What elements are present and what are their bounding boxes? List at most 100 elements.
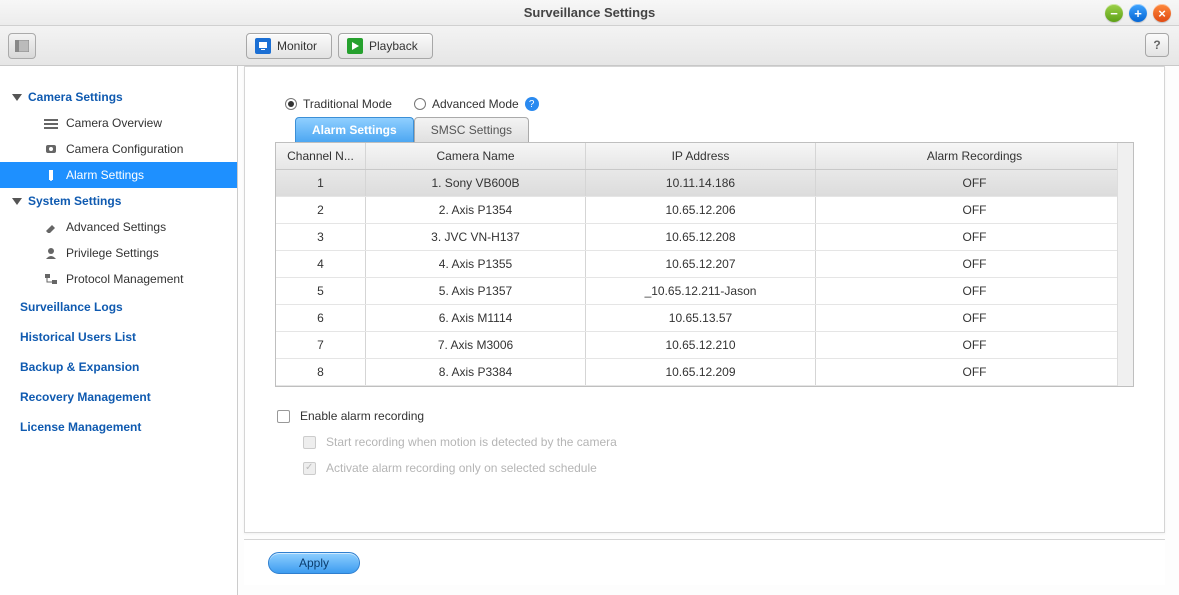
checkbox-icon	[303, 436, 316, 449]
sidebar-item-label: Alarm Settings	[66, 168, 144, 182]
playback-label: Playback	[369, 39, 418, 53]
cell-camera: 6. Axis M1114	[366, 305, 586, 331]
expand-icon	[12, 92, 22, 102]
opt-enable-alarm[interactable]: Enable alarm recording	[277, 409, 1134, 423]
cell-ip: _10.65.12.211-Jason	[586, 278, 816, 304]
cell-camera: 8. Axis P3384	[366, 359, 586, 385]
table-row[interactable]: 77. Axis M300610.65.12.210OFF	[276, 332, 1133, 359]
cell-ip: 10.65.12.206	[586, 197, 816, 223]
maximize-button[interactable]: +	[1129, 4, 1147, 22]
sidebar-item-label: Camera Overview	[66, 116, 162, 130]
cell-channel: 8	[276, 359, 366, 385]
camera-icon	[44, 143, 58, 155]
cell-channel: 6	[276, 305, 366, 331]
sidebar-group-label: Camera Settings	[28, 90, 123, 104]
table-row[interactable]: 44. Axis P135510.65.12.207OFF	[276, 251, 1133, 278]
toolbar: Monitor Playback ?	[0, 26, 1179, 66]
cell-ip: 10.65.13.57	[586, 305, 816, 331]
radio-icon	[414, 98, 426, 110]
sidebar-item-label: Advanced Settings	[66, 220, 166, 234]
help-icon[interactable]: ?	[525, 97, 539, 111]
cell-ip: 10.65.12.208	[586, 224, 816, 250]
wrench-icon	[44, 221, 58, 233]
sidebar-item-advanced-settings[interactable]: Advanced Settings	[0, 214, 237, 240]
cell-alarm: OFF	[816, 170, 1133, 196]
sidebar-item-privilege-settings[interactable]: Privilege Settings	[0, 240, 237, 266]
apply-button[interactable]: Apply	[268, 552, 360, 574]
close-button[interactable]: ×	[1153, 4, 1171, 22]
window-title: Surveillance Settings	[524, 5, 656, 20]
opt-label: Enable alarm recording	[300, 409, 424, 423]
table-row[interactable]: 11. Sony VB600B10.11.14.186OFF	[276, 170, 1133, 197]
sidebar-link-historical-users[interactable]: Historical Users List	[0, 322, 237, 352]
sidebar: Camera Settings Camera Overview Camera C…	[0, 66, 238, 595]
sidebar-item-protocol-management[interactable]: Protocol Management	[0, 266, 237, 292]
table-row[interactable]: 66. Axis M111410.65.13.57OFF	[276, 305, 1133, 332]
sidebar-link-recovery-management[interactable]: Recovery Management	[0, 382, 237, 412]
playback-button[interactable]: Playback	[338, 33, 433, 59]
table-row[interactable]: 55. Axis P1357_10.65.12.211-JasonOFF	[276, 278, 1133, 305]
mode-advanced[interactable]: Advanced Mode ?	[414, 97, 539, 111]
table-row[interactable]: 22. Axis P135410.65.12.206OFF	[276, 197, 1133, 224]
col-ip[interactable]: IP Address	[586, 143, 816, 169]
monitor-icon	[255, 38, 271, 54]
cell-ip: 10.11.14.186	[586, 170, 816, 196]
tab-alarm-settings[interactable]: Alarm Settings	[295, 117, 414, 142]
mode-label: Traditional Mode	[303, 97, 392, 111]
help-button[interactable]: ?	[1145, 33, 1169, 57]
cell-camera: 3. JVC VN-H137	[366, 224, 586, 250]
sidebar-link-surveillance-logs[interactable]: Surveillance Logs	[0, 292, 237, 322]
sidebar-item-label: Camera Configuration	[66, 142, 183, 156]
tab-smsc-settings[interactable]: SMSC Settings	[414, 117, 529, 142]
cell-ip: 10.65.12.209	[586, 359, 816, 385]
sidebar-link-backup-expansion[interactable]: Backup & Expansion	[0, 352, 237, 382]
cell-ip: 10.65.12.207	[586, 251, 816, 277]
mode-traditional[interactable]: Traditional Mode	[285, 97, 392, 111]
cell-camera: 1. Sony VB600B	[366, 170, 586, 196]
cell-channel: 5	[276, 278, 366, 304]
mode-label: Advanced Mode	[432, 97, 519, 111]
sidebar-group-system[interactable]: System Settings	[0, 188, 237, 214]
sidebar-item-alarm-settings[interactable]: Alarm Settings	[0, 162, 237, 188]
monitor-button[interactable]: Monitor	[246, 33, 332, 59]
expand-icon	[12, 196, 22, 206]
apply-label: Apply	[299, 556, 329, 570]
cell-channel: 2	[276, 197, 366, 223]
camera-grid: Channel N... Camera Name IP Address Alar…	[275, 142, 1134, 387]
cell-camera: 5. Axis P1357	[366, 278, 586, 304]
table-row[interactable]: 88. Axis P338410.65.12.209OFF	[276, 359, 1133, 386]
overview-icon	[44, 117, 58, 129]
cell-alarm: OFF	[816, 224, 1133, 250]
cell-alarm: OFF	[816, 359, 1133, 385]
cell-alarm: OFF	[816, 251, 1133, 277]
sidebar-link-license-management[interactable]: License Management	[0, 412, 237, 442]
sidebar-item-camera-overview[interactable]: Camera Overview	[0, 110, 237, 136]
alarm-icon	[44, 169, 58, 181]
cell-camera: 4. Axis P1355	[366, 251, 586, 277]
checkbox-icon	[303, 462, 316, 475]
protocol-icon	[44, 273, 58, 285]
opt-schedule: Activate alarm recording only on selecte…	[303, 461, 1134, 475]
sidebar-group-camera[interactable]: Camera Settings	[0, 84, 237, 110]
sidebar-item-label: Privilege Settings	[66, 246, 159, 260]
cell-alarm: OFF	[816, 197, 1133, 223]
sidebar-item-camera-config[interactable]: Camera Configuration	[0, 136, 237, 162]
radio-icon	[285, 98, 297, 110]
opt-label: Activate alarm recording only on selecte…	[326, 461, 597, 475]
user-icon	[44, 247, 58, 259]
titlebar: Surveillance Settings − + ×	[0, 0, 1179, 26]
col-camera[interactable]: Camera Name	[366, 143, 586, 169]
sidebar-item-label: Protocol Management	[66, 272, 183, 286]
cell-camera: 2. Axis P1354	[366, 197, 586, 223]
sidebar-toggle-button[interactable]	[8, 33, 36, 59]
main-panel: Traditional Mode Advanced Mode ? Alarm S…	[238, 66, 1179, 595]
cell-ip: 10.65.12.210	[586, 332, 816, 358]
table-row[interactable]: 33. JVC VN-H13710.65.12.208OFF	[276, 224, 1133, 251]
minimize-button[interactable]: −	[1105, 4, 1123, 22]
footer: Apply	[244, 539, 1165, 585]
col-alarm[interactable]: Alarm Recordings	[816, 143, 1133, 169]
cell-alarm: OFF	[816, 278, 1133, 304]
grid-scrollbar[interactable]	[1117, 143, 1133, 386]
cell-channel: 3	[276, 224, 366, 250]
col-channel[interactable]: Channel N...	[276, 143, 366, 169]
